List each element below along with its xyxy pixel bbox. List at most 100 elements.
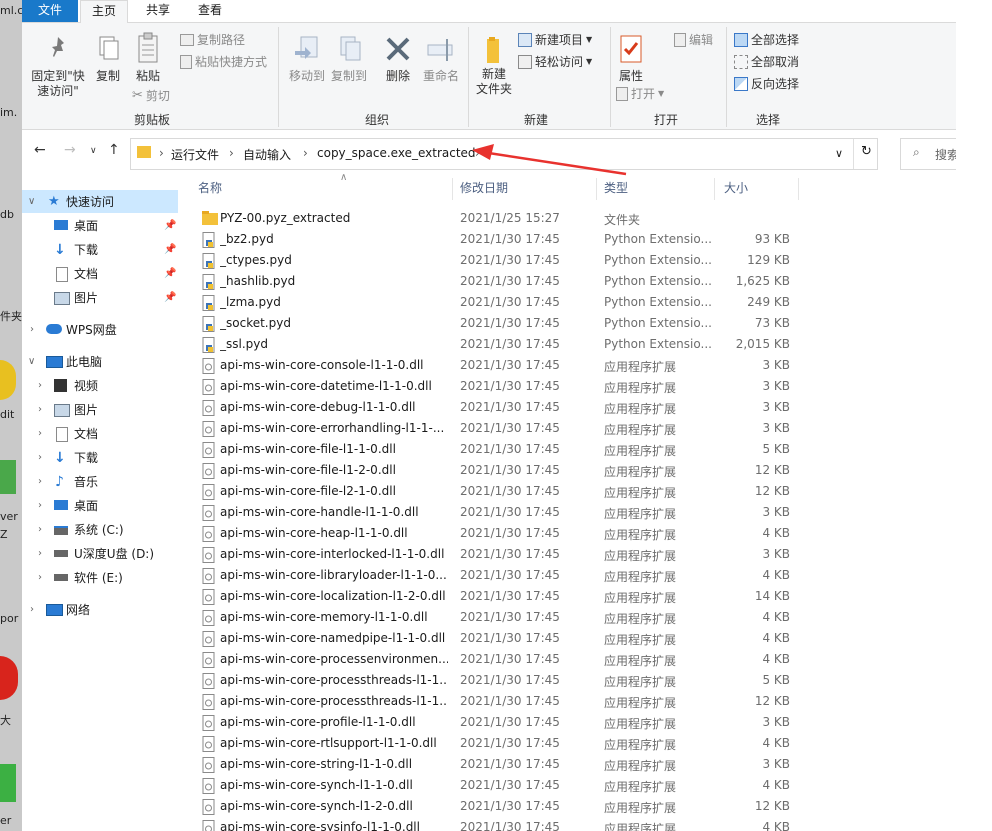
file-row[interactable]: api-ms-win-core-sysinfo-l1-1-0.dll 2021/1…	[194, 817, 814, 831]
pin-to-quick-access-button[interactable]: 固定到"快速访问"	[26, 33, 90, 99]
chevron-down-icon[interactable]: ∨	[28, 196, 35, 207]
nav-drive-c[interactable]: › 系统 (C:)	[22, 518, 178, 541]
column-divider[interactable]	[714, 178, 715, 200]
chevron-down-icon[interactable]: ∨	[28, 356, 35, 367]
column-header-size[interactable]: 大小	[724, 176, 794, 200]
breadcrumb-separator-icon[interactable]: ›	[303, 146, 308, 160]
breadcrumb-separator-icon[interactable]: ›	[229, 146, 234, 160]
chevron-right-icon[interactable]: ›	[38, 452, 42, 463]
file-row[interactable]: api-ms-win-core-errorhandling-l1-1-... 20…	[194, 418, 814, 439]
file-row[interactable]: api-ms-win-core-file-l1-1-0.dll 2021/1/30…	[194, 439, 814, 460]
file-row[interactable]: _ctypes.pyd 2021/1/30 17:45 Python Extensi…	[194, 250, 814, 271]
column-header-date[interactable]: 修改日期	[460, 176, 590, 200]
new-item-button[interactable]: 新建项目 ▼	[518, 31, 592, 48]
chevron-right-icon[interactable]: ›	[38, 572, 42, 583]
address-dropdown-chevron-icon[interactable]: ∨	[835, 147, 843, 160]
move-to-button[interactable]: 移动到	[286, 33, 328, 84]
file-row[interactable]: api-ms-win-core-libraryloader-l1-1-0....…	[194, 565, 814, 586]
copy-button[interactable]: 复制	[90, 33, 126, 84]
chevron-right-icon[interactable]: ›	[38, 380, 42, 391]
edit-button[interactable]: 编辑	[674, 31, 713, 48]
file-row[interactable]: _hashlib.pyd 2021/1/30 17:45 Python Extens…	[194, 271, 814, 292]
nav-wps-cloud[interactable]: › WPS网盘	[22, 318, 178, 341]
file-row[interactable]: api-ms-win-core-heap-l1-1-0.dll 2021/1/30…	[194, 523, 814, 544]
file-row[interactable]: _bz2.pyd 2021/1/30 17:45 Python Extensio..…	[194, 229, 814, 250]
nav-drive-e[interactable]: › 软件 (E:)	[22, 566, 178, 589]
recent-locations-chevron-icon[interactable]: ∨	[90, 146, 97, 156]
paste-button[interactable]: 粘贴	[130, 31, 166, 84]
chevron-right-icon[interactable]: ›	[30, 604, 34, 615]
file-row[interactable]: api-ms-win-core-profile-l1-1-0.dll 2021/1…	[194, 712, 814, 733]
up-arrow-icon[interactable]: ↑	[108, 142, 120, 158]
column-divider[interactable]	[596, 178, 597, 200]
breadcrumb-item[interactable]: copy_space.exe_extracted	[317, 146, 476, 160]
file-row[interactable]: api-ms-win-core-synch-l1-2-0.dll 2021/1/3…	[194, 796, 814, 817]
chevron-right-icon[interactable]: ›	[38, 524, 42, 535]
file-row[interactable]: api-ms-win-core-handle-l1-1-0.dll 2021/1/…	[194, 502, 814, 523]
nav-downloads[interactable]: ↓ 下载 📌	[22, 238, 178, 261]
chevron-right-icon[interactable]: ›	[38, 548, 42, 559]
file-row[interactable]: _socket.pyd 2021/1/30 17:45 Python Extensi…	[194, 313, 814, 334]
copy-path-button[interactable]: 复制路径	[180, 31, 245, 48]
chevron-right-icon[interactable]: ›	[38, 428, 42, 439]
nav-documents[interactable]: 文档 📌	[22, 262, 178, 285]
chevron-right-icon[interactable]: ›	[30, 324, 34, 335]
file-row[interactable]: api-ms-win-core-namedpipe-l1-1-0.dll 2021…	[194, 628, 814, 649]
nav-pc-downloads[interactable]: › ↓ 下载	[22, 446, 178, 469]
breadcrumb-item[interactable]: 运行文件	[171, 146, 219, 163]
nav-desktop[interactable]: 桌面 📌	[22, 214, 178, 237]
chevron-right-icon[interactable]: ›	[38, 500, 42, 511]
nav-drive-d[interactable]: › U深度U盘 (D:)	[22, 542, 178, 565]
file-row[interactable]: _ssl.pyd 2021/1/30 17:45 Python Extensio..…	[194, 334, 814, 355]
breadcrumb-separator-icon[interactable]: ›	[159, 146, 164, 160]
nav-pc-pictures[interactable]: › 图片	[22, 398, 178, 421]
nav-pc-desktop[interactable]: › 桌面	[22, 494, 178, 517]
file-row[interactable]: api-ms-win-core-processthreads-l1-1... 20…	[194, 670, 814, 691]
cut-button[interactable]: ✂ 剪切	[132, 87, 170, 104]
file-row[interactable]: api-ms-win-core-processthreads-l1-1... 20…	[194, 691, 814, 712]
column-divider[interactable]	[452, 178, 453, 200]
file-row[interactable]: api-ms-win-core-console-l1-1-0.dll 2021/1…	[194, 355, 814, 376]
nav-network[interactable]: › 网络	[22, 598, 178, 621]
column-divider[interactable]	[798, 178, 799, 200]
file-row[interactable]: api-ms-win-core-interlocked-l1-1-0.dll 20…	[194, 544, 814, 565]
select-none-button[interactable]: 全部取消	[734, 53, 799, 70]
chevron-right-icon[interactable]: ›	[38, 404, 42, 415]
breadcrumb-item[interactable]: 自动输入	[243, 146, 291, 163]
forward-arrow-icon[interactable]: →	[64, 142, 76, 158]
new-folder-button[interactable]: 新建 文件夹	[474, 33, 514, 97]
tab-file[interactable]: 文件	[22, 0, 78, 22]
search-box[interactable]: ⌕ 搜索	[900, 138, 956, 170]
chevron-right-icon[interactable]: ›	[38, 476, 42, 487]
easy-access-button[interactable]: 轻松访问 ▼	[518, 53, 592, 70]
select-all-button[interactable]: 全部选择	[734, 31, 799, 48]
back-arrow-icon[interactable]: ←	[34, 142, 46, 158]
refresh-icon[interactable]: ↻	[861, 144, 872, 159]
nav-this-pc[interactable]: ∨ 此电脑	[22, 350, 178, 373]
nav-music[interactable]: › ♪ 音乐	[22, 470, 178, 493]
file-row[interactable]: api-ms-win-core-memory-l1-1-0.dll 2021/1/…	[194, 607, 814, 628]
paste-shortcut-button[interactable]: 粘贴快捷方式	[180, 53, 267, 70]
tab-view[interactable]: 查看	[190, 0, 230, 22]
file-row[interactable]: api-ms-win-core-debug-l1-1-0.dll 2021/1/3…	[194, 397, 814, 418]
pin-icon[interactable]: 📌	[164, 220, 176, 231]
nav-quick-access[interactable]: ∨ ★ 快速访问	[22, 190, 178, 213]
file-row[interactable]: api-ms-win-core-localization-l1-2-0.dll 2…	[194, 586, 814, 607]
rename-button[interactable]: 重命名	[420, 33, 462, 84]
open-button[interactable]: 打开 ▼	[616, 85, 664, 102]
nav-pc-documents[interactable]: › 文档	[22, 422, 178, 445]
tab-share[interactable]: 共享	[138, 0, 178, 22]
nav-pictures[interactable]: 图片 📌	[22, 286, 178, 309]
file-row[interactable]: api-ms-win-core-string-l1-1-0.dll 2021/1/…	[194, 754, 814, 775]
nav-videos[interactable]: › 视频	[22, 374, 178, 397]
file-row[interactable]: api-ms-win-core-file-l2-1-0.dll 2021/1/30…	[194, 481, 814, 502]
file-row[interactable]: api-ms-win-core-datetime-l1-1-0.dll 2021/…	[194, 376, 814, 397]
delete-button[interactable]: 删除	[378, 33, 418, 84]
folder-row[interactable]: PYZ-00.pyz_extracted 2021/1/25 15:27 文件夹	[194, 208, 814, 229]
file-row[interactable]: api-ms-win-core-processenvironmen... 2021…	[194, 649, 814, 670]
file-row[interactable]: api-ms-win-core-rtlsupport-l1-1-0.dll 202…	[194, 733, 814, 754]
tab-home[interactable]: 主页	[80, 0, 128, 24]
column-header-name[interactable]: 名称	[198, 176, 448, 200]
pin-icon[interactable]: 📌	[164, 292, 176, 303]
pin-icon[interactable]: 📌	[164, 268, 176, 279]
